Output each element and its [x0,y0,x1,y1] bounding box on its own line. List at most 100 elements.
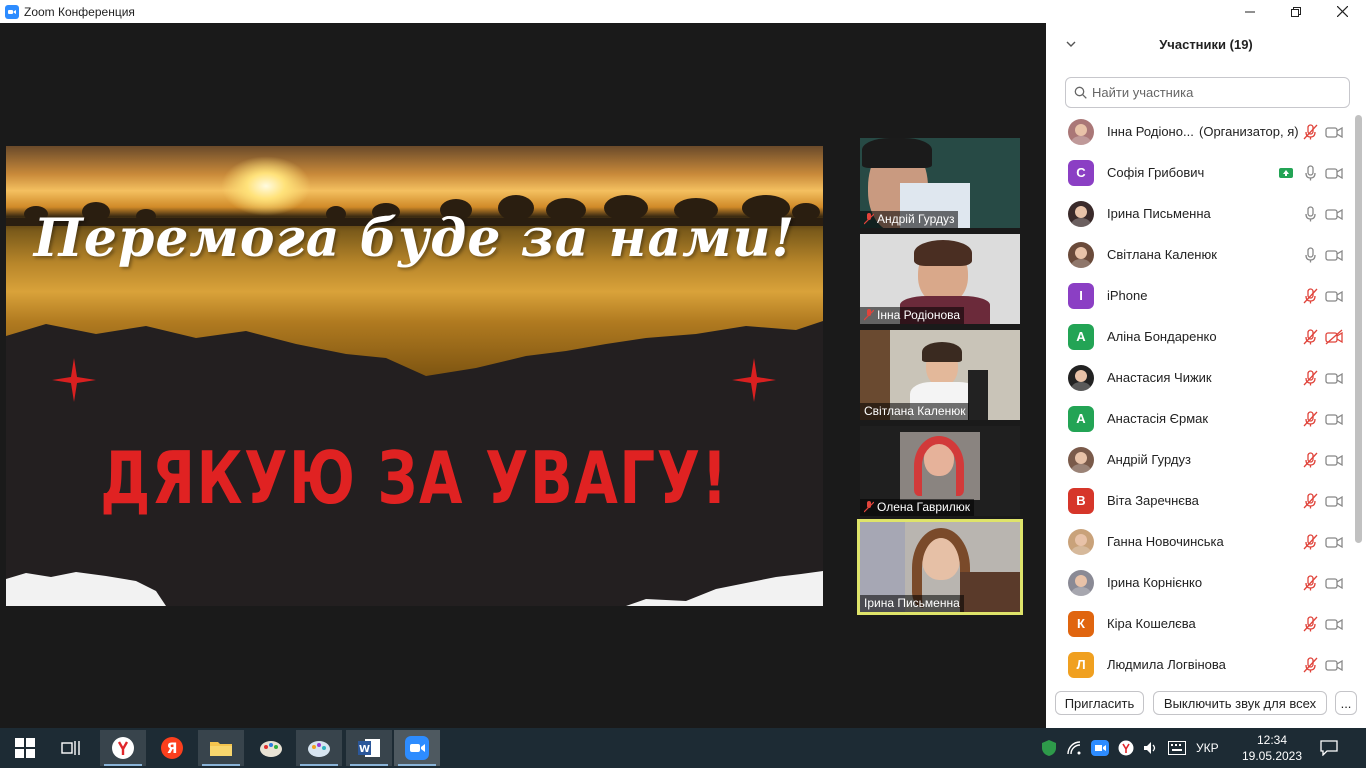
participant-row[interactable]: Ірина Корнієнко [1046,562,1352,603]
close-button[interactable] [1319,0,1365,23]
video-icon[interactable] [1325,452,1343,468]
mic-muted-icon[interactable] [1302,287,1318,304]
yandex-browser-taskbar-item[interactable] [100,730,146,766]
video-icon[interactable] [1325,247,1343,263]
participant-row[interactable]: В Віта Заречнєва [1046,480,1352,521]
mic-muted-icon[interactable] [1302,492,1318,509]
mic-muted-icon [864,309,874,321]
word-icon: W [358,739,380,757]
restore-button[interactable] [1273,0,1319,23]
minimize-button[interactable] [1227,0,1273,23]
participant-avatar: I [1068,282,1094,309]
participant-name: Віта Заречнєва [1107,493,1199,508]
video-icon[interactable] [1325,165,1343,181]
security-shield-icon[interactable] [1040,739,1058,757]
mute-all-button[interactable]: Выключить звук для всех [1153,691,1327,715]
volume-icon[interactable] [1143,740,1159,756]
participant-row[interactable]: Л Людмила Логвінова [1046,644,1352,685]
mic-muted-icon[interactable] [1302,574,1318,591]
language-indicator[interactable]: УКР [1196,741,1219,755]
participant-avatar: А [1068,405,1094,432]
task-view-button[interactable] [48,730,94,766]
video-icon[interactable] [1325,616,1343,632]
video-icon[interactable] [1325,206,1343,222]
file-explorer-taskbar-item[interactable] [198,730,244,766]
keyboard-icon[interactable] [1168,741,1186,755]
invite-button[interactable]: Пригласить [1055,691,1144,715]
mic-muted-icon[interactable] [1302,533,1318,550]
window-title: Zoom Конференция [24,4,135,19]
participant-avatar-photo [1068,528,1094,555]
participant-row[interactable]: Інна Родіоно... (Организатор, я) [1046,111,1352,152]
participant-row[interactable]: А Анастасія Єрмак [1046,398,1352,439]
zoom-taskbar-item[interactable] [394,730,440,766]
mic-icon[interactable] [1302,205,1318,222]
mic-muted-icon[interactable] [1302,656,1318,673]
word-taskbar-item[interactable]: W [346,730,392,766]
participant-row[interactable]: IiPhone [1046,275,1352,316]
title-bar: Zoom Конференция [0,0,1366,23]
sparkle-star-icon [732,358,776,402]
participant-role: (Организатор, я) [1199,124,1299,139]
participant-name: Анастасия Чижик [1107,370,1212,385]
participant-row[interactable]: Ірина Письменна [1046,193,1352,234]
mic-muted-icon[interactable] [1302,328,1318,345]
video-icon[interactable] [1325,370,1343,386]
more-options-button[interactable]: ... [1335,691,1357,715]
close-icon [1336,6,1348,17]
video-thumbnail[interactable]: Інна Родіонова [860,234,1020,324]
participant-row[interactable]: А Аліна Бондаренко [1046,316,1352,357]
mic-muted-icon[interactable] [1302,410,1318,427]
search-input[interactable] [1092,85,1342,100]
mic-icon[interactable] [1302,164,1318,181]
participant-name: Ганна Новочинська [1107,534,1224,549]
participant-row[interactable]: Світлана Каленюк [1046,234,1352,275]
participant-name: Аліна Бондаренко [1107,329,1217,344]
clock[interactable]: 12:34 19.05.2023 [1236,732,1308,764]
mic-icon[interactable] [1302,246,1318,263]
zoom-tray-icon[interactable] [1091,740,1109,756]
participant-row[interactable]: К Кіра Кошелєва [1046,603,1352,644]
video-icon[interactable] [1325,124,1343,140]
svg-text:W: W [359,744,370,755]
mic-muted-icon[interactable] [1302,123,1318,140]
video-thumbnail[interactable]: Олена Гаврилюк [860,426,1020,516]
video-icon[interactable] [1325,575,1343,591]
participant-name: Людмила Логвінова [1107,657,1226,672]
slide-headline: Перемога буде за нами! [33,208,796,269]
taskbar: Я W УКР 12:34 19.05.2023 [0,728,1366,768]
participant-search[interactable] [1065,77,1350,108]
chair [968,370,988,420]
video-thumbnail-active-speaker[interactable]: Ірина Письменна [857,519,1023,615]
mic-muted-icon[interactable] [1302,615,1318,632]
start-button[interactable] [2,730,48,766]
thumbnail-label: Олена Гаврилюк [860,499,975,516]
video-icon[interactable] [1325,534,1343,550]
yandex-browser-icon [112,737,134,759]
paint-taskbar-item[interactable] [248,730,294,766]
mic-muted-icon[interactable] [1302,369,1318,386]
participant-list: Інна Родіоно... (Организатор, я) С Софія Гр… [1046,111,1366,689]
participant-row[interactable]: С Софія Грибович [1046,152,1352,193]
panel-footer: Пригласить Выключить звук для всех ... [1046,689,1366,728]
yandex-taskbar-item[interactable]: Я [149,730,195,766]
video-off-icon[interactable] [1325,329,1343,345]
yandex-tray-icon[interactable] [1118,740,1134,756]
mic-muted-icon[interactable] [1302,451,1318,468]
video-thumbnail[interactable]: Андрій Гурдуз [860,138,1020,228]
video-icon[interactable] [1325,493,1343,509]
video-thumbnail[interactable]: Світлана Каленюк [860,330,1020,420]
paint3d-taskbar-item[interactable] [296,730,342,766]
participant-list-scrollbar[interactable] [1355,115,1362,543]
participant-row[interactable]: Ганна Новочинська [1046,521,1352,562]
participant-row[interactable]: Андрій Гурдуз [1046,439,1352,480]
participant-name: Софія Грибович [1107,165,1205,180]
wifi-icon[interactable] [1066,740,1082,756]
notifications-button[interactable] [1306,730,1352,766]
paint-palette-icon [260,741,282,757]
participant-row[interactable]: Анастасия Чижик [1046,357,1352,398]
video-icon[interactable] [1325,411,1343,427]
video-icon[interactable] [1325,657,1343,673]
video-icon[interactable] [1325,288,1343,304]
participant-avatar-photo [1068,364,1094,391]
